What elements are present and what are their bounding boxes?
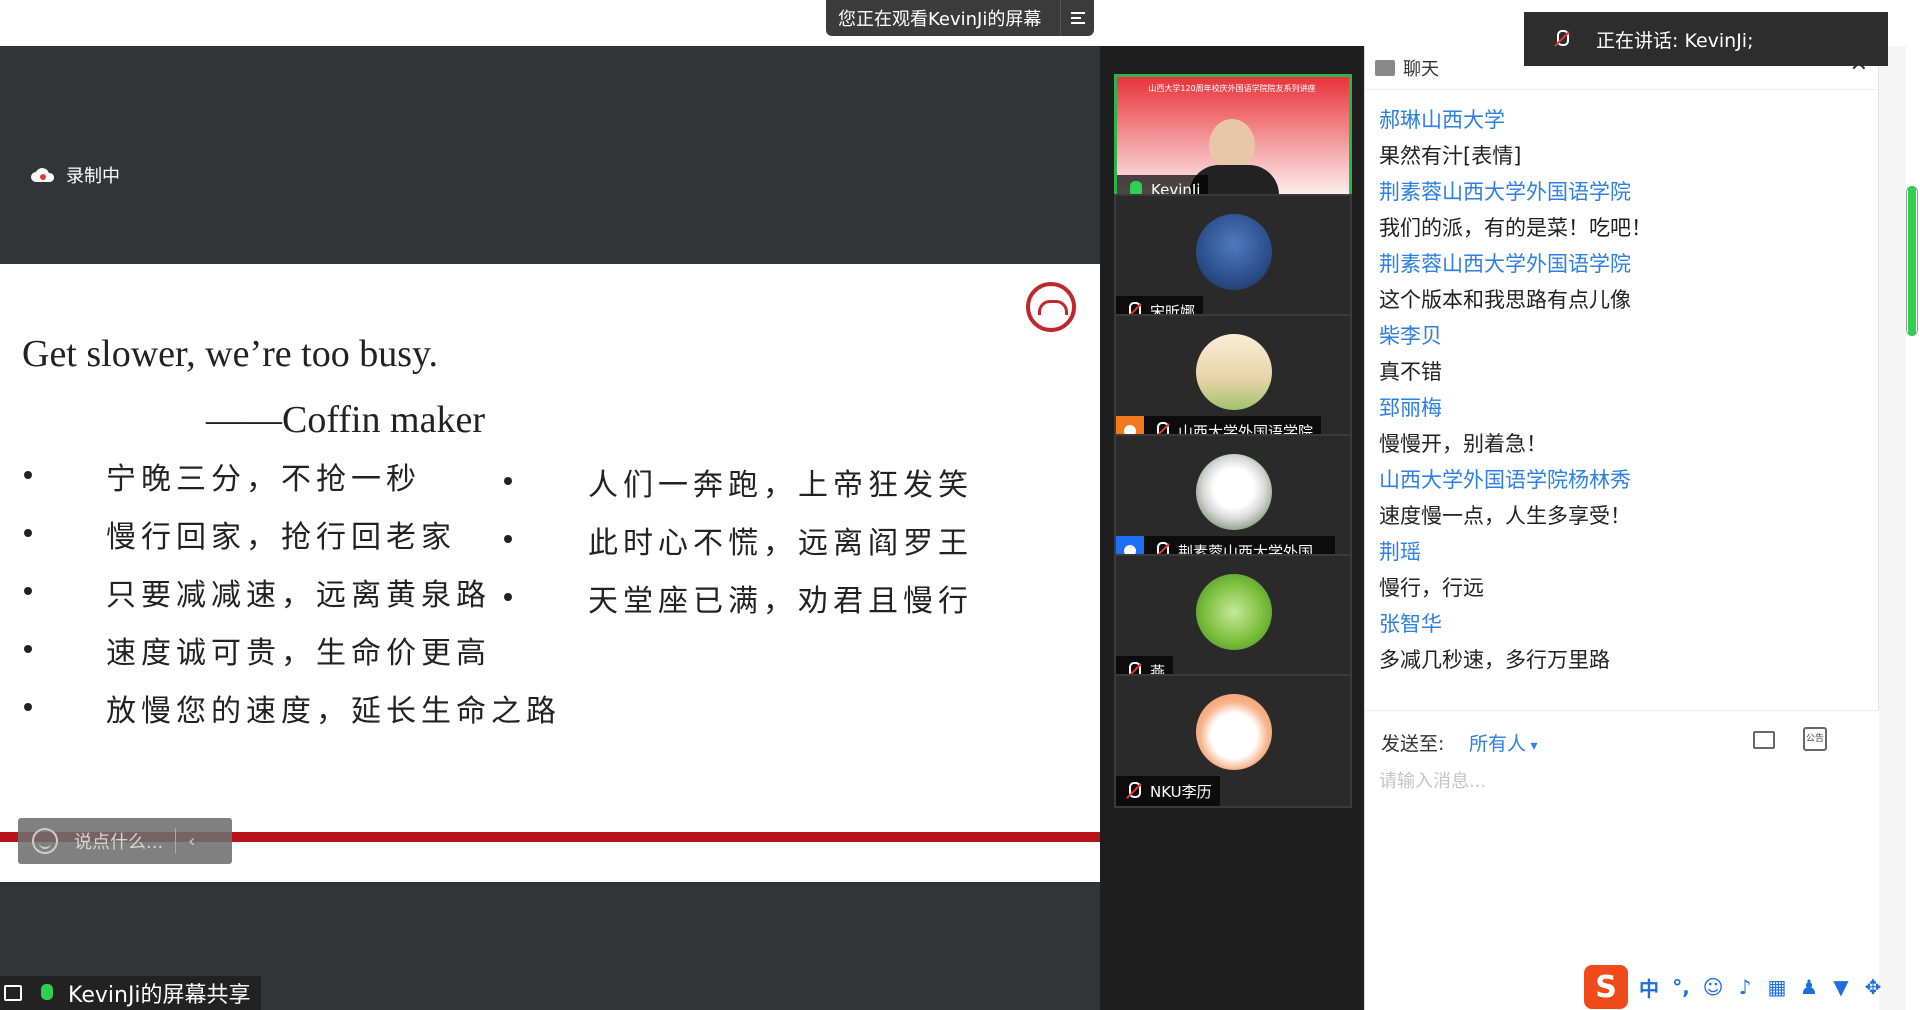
screen-share-area: 录制中 Get slower, we’re too busy. ——Coffin… — [0, 46, 1100, 1010]
message-sender: 张智华 — [1379, 612, 1442, 636]
message-sender: 荆素蓉山西大学外国语学院 — [1379, 180, 1631, 204]
participant-tile[interactable]: 荆素蓉山西大学外国... — [1114, 434, 1352, 568]
mic-muted-icon — [1550, 28, 1572, 50]
speaking-text: 正在讲话: KevinJi; — [1596, 29, 1754, 52]
app-window: 您正在观看KevinJi的屏幕 录制中 Get slower, we’re to… — [0, 0, 1920, 1010]
send-to-dropdown[interactable]: 所有人 — [1469, 729, 1538, 756]
scrollbar-thumb[interactable] — [1908, 186, 1916, 336]
participant-tile[interactable]: 山西大学外国语学院 — [1114, 314, 1352, 448]
viewing-text: 您正在观看KevinJi的屏幕 — [838, 9, 1042, 30]
bullet-item: 只要减减速，远离黄泉路 — [24, 570, 561, 628]
message-text: 真不错 — [1379, 360, 1442, 384]
collapse-icon[interactable]: ‹ — [188, 831, 195, 852]
right-bullet-list: 人们一奔跑，上帝狂发笑 此时心不慌，远离阎罗王 天堂座已满，劝君且慢行 — [504, 460, 973, 634]
bullet-item: 放慢您的速度，延长生命之路 — [24, 686, 561, 744]
message-sender: 郅丽梅 — [1379, 396, 1442, 420]
university-logo — [1026, 282, 1076, 332]
avatar — [1196, 214, 1272, 290]
presentation-slide: Get slower, we’re too busy. ——Coffin mak… — [0, 264, 1100, 882]
message-text: 慢慢开，别着急！ — [1379, 432, 1547, 456]
message-sender: 柴李贝 — [1379, 324, 1442, 348]
viewing-banner[interactable]: 您正在观看KevinJi的屏幕 — [826, 0, 1094, 36]
say-something-input[interactable]: 说点什么... ‹ — [18, 818, 232, 864]
chat-icon — [1375, 59, 1395, 76]
bullet-item: 慢行回家，抢行回老家 — [24, 512, 561, 570]
message-text: 慢行，行远 — [1379, 576, 1484, 600]
punctuation-toggle[interactable]: °, — [1670, 975, 1692, 999]
left-bullet-list: 宁晚三分，不抢一秒 慢行回家，抢行回老家 只要减减速，远离黄泉路 速度诚可贵，生… — [24, 454, 561, 744]
message-sender: 荆瑶 — [1379, 540, 1421, 564]
bullet-item: 人们一奔跑，上帝狂发笑 — [504, 460, 973, 518]
participant-tile[interactable]: 宋昕娜 — [1114, 194, 1352, 328]
avatar — [1196, 694, 1272, 770]
screen-icon — [4, 985, 22, 1001]
slide-author: ——Coffin maker — [206, 399, 485, 441]
notice-icon[interactable]: 公告 — [1803, 727, 1827, 751]
menu-icon[interactable] — [1060, 0, 1094, 36]
say-placeholder: 说点什么... — [74, 832, 164, 853]
chat-title: 聊天 — [1403, 58, 1439, 80]
participant-tile[interactable]: 山西大学120周年校庆外国语学院院友系列讲座 KevinJi — [1114, 74, 1352, 208]
participant-name: NKU李历 — [1150, 782, 1212, 801]
message-sender: 荆素蓉山西大学外国语学院 — [1379, 252, 1631, 276]
avatar — [1196, 574, 1272, 650]
avatar — [1196, 454, 1272, 530]
keyboard-icon[interactable]: ▦ — [1766, 975, 1788, 999]
participant-tile[interactable]: 燕 — [1114, 554, 1352, 688]
toolbox-icon[interactable]: ✥ — [1862, 975, 1884, 999]
message-text: 速度慢一点，人生多享受！ — [1379, 504, 1631, 528]
message-text: 果然有汁[表情] — [1379, 144, 1522, 168]
chat-panel: 聊天 ··· ✕ 郝琳山西大学 果然有汁[表情] 荆素蓉山西大学外国语学院 我们… — [1364, 46, 1906, 1010]
message-text: 这个版本和我思路有点儿像 — [1379, 288, 1631, 312]
message-sender: 山西大学外国语学院杨林秀 — [1379, 468, 1631, 492]
emoji-icon[interactable] — [32, 828, 58, 854]
emoji-icon[interactable]: ☺ — [1702, 975, 1724, 999]
speaking-toast: 正在讲话: KevinJi; — [1524, 12, 1888, 66]
bullet-item: 天堂座已满，劝君且慢行 — [504, 576, 973, 634]
screen-share-label: KevinJi的屏幕共享 — [0, 976, 261, 1010]
message-text: 我们的派，有的是菜！吃吧！ — [1379, 216, 1652, 240]
bullet-item: 此时心不慌，远离阎罗王 — [504, 518, 973, 576]
screen-share-text: KevinJi的屏幕共享 — [68, 983, 251, 1008]
bullet-item: 宁晚三分，不抢一秒 — [24, 454, 561, 512]
recording-indicator: 录制中 — [30, 162, 120, 188]
recording-label: 录制中 — [66, 166, 120, 187]
cloud-record-icon — [31, 168, 55, 182]
mic-muted-icon — [1122, 780, 1144, 802]
skin-icon[interactable]: ▼ — [1830, 975, 1852, 999]
voice-icon[interactable]: ♪ — [1734, 975, 1756, 999]
ime-logo[interactable]: S — [1584, 965, 1628, 1009]
side-menu[interactable] — [1878, 46, 1906, 1010]
mic-on-icon — [34, 982, 56, 1004]
message-text: 多减几秒速，多行万里路 — [1379, 648, 1610, 672]
user-icon[interactable]: ♟ — [1798, 975, 1820, 999]
avatar — [1196, 334, 1272, 410]
bullet-item: 速度诚可贵，生命价更高 — [24, 628, 561, 686]
send-to-label: 发送至: — [1381, 733, 1445, 755]
participant-namebar: NKU李历 — [1116, 776, 1220, 806]
video-banner-text: 山西大学120周年校庆外国语学院院友系列讲座 — [1148, 84, 1316, 93]
slide-title: Get slower, we’re too busy. — [22, 333, 439, 375]
ime-mode[interactable]: 中 — [1638, 973, 1660, 1002]
ime-toolbar: S 中 °, ☺ ♪ ▦ ♟ ▼ ✥ — [1578, 964, 1920, 1010]
participant-strip: 山西大学120周年校庆外国语学院院友系列讲座 KevinJi 宋昕娜 山西大学外… — [1100, 46, 1364, 1010]
message-sender: 郝琳山西大学 — [1379, 108, 1505, 132]
message-list: 郝琳山西大学 果然有汁[表情] 荆素蓉山西大学外国语学院 我们的派，有的是菜！吃… — [1379, 102, 1849, 678]
message-input[interactable]: 请输入消息... — [1379, 767, 1486, 793]
folder-icon[interactable] — [1753, 731, 1775, 749]
participant-tile[interactable]: NKU李历 — [1114, 674, 1352, 808]
